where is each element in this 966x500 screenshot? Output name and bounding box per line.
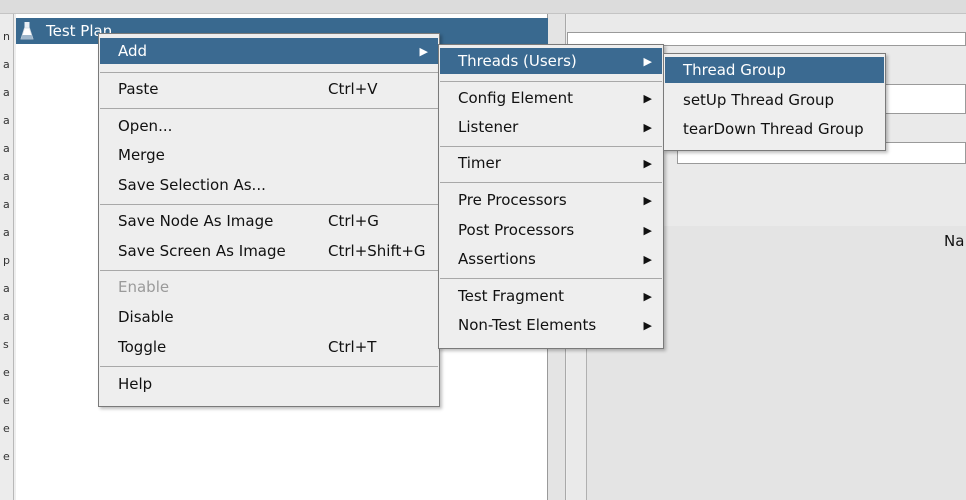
- menu-separator: [440, 278, 662, 279]
- menu-item-save-selection-as[interactable]: Save Selection As...: [100, 172, 438, 198]
- menu-item-test-fragment[interactable]: Test Fragment ▶: [440, 283, 662, 309]
- menu-item-label: Toggle: [118, 338, 167, 356]
- menu-item-label: Thread Group: [683, 61, 786, 79]
- menu-item-assertions[interactable]: Assertions ▶: [440, 246, 662, 272]
- submenu-arrow-icon: ▶: [643, 156, 652, 170]
- submenu-arrow-icon: ▶: [643, 252, 652, 266]
- menu-item-timer[interactable]: Timer ▶: [440, 150, 662, 176]
- threads-submenu: Thread Group setUp Thread Group tearDown…: [663, 53, 886, 151]
- menu-item-thread-group[interactable]: Thread Group: [665, 57, 884, 83]
- add-submenu: Threads (Users) ▶ Config Element ▶ Liste…: [438, 44, 664, 349]
- menu-item-listener[interactable]: Listener ▶: [440, 114, 662, 140]
- menu-item-label: tearDown Thread Group: [683, 120, 864, 138]
- menu-separator: [100, 108, 438, 109]
- menu-separator: [440, 146, 662, 147]
- menu-separator: [440, 182, 662, 183]
- menu-item-pre-processors[interactable]: Pre Processors ▶: [440, 187, 662, 213]
- menu-separator: [100, 72, 438, 73]
- menu-item-help[interactable]: Help: [100, 371, 438, 397]
- left-strip: n a a a a a a a p a a s e e e e: [0, 14, 14, 500]
- menu-item-toggle[interactable]: Toggle Ctrl+T: [100, 334, 438, 360]
- menu-item-label: Disable: [118, 308, 174, 326]
- menu-item-label: Paste: [118, 80, 159, 98]
- context-menu: Add ▶ Paste Ctrl+V Open... Merge Save Se…: [98, 33, 440, 407]
- menu-item-disable[interactable]: Disable: [100, 304, 438, 330]
- left-strip-char: e: [3, 450, 10, 463]
- left-strip-char: a: [3, 86, 10, 99]
- left-strip-char: a: [3, 198, 10, 211]
- menu-item-teardown-thread-group[interactable]: tearDown Thread Group: [665, 116, 884, 142]
- right-panel-partial-label: Na: [944, 232, 965, 250]
- menu-item-save-screen-as-image[interactable]: Save Screen As Image Ctrl+Shift+G: [100, 238, 438, 264]
- menu-item-label: Timer: [458, 154, 501, 172]
- left-strip-char: s: [3, 338, 9, 351]
- menu-item-shortcut: Ctrl+Shift+G: [328, 242, 426, 260]
- menu-item-save-node-as-image[interactable]: Save Node As Image Ctrl+G: [100, 208, 438, 234]
- left-strip-char: e: [3, 394, 10, 407]
- menu-item-label: Save Node As Image: [118, 212, 274, 230]
- menu-item-threads-users[interactable]: Threads (Users) ▶: [440, 48, 662, 74]
- menu-item-label: Save Selection As...: [118, 176, 266, 194]
- menu-item-config-element[interactable]: Config Element ▶: [440, 85, 662, 111]
- submenu-arrow-icon: ▶: [643, 91, 652, 105]
- menu-item-shortcut: Ctrl+G: [328, 212, 379, 230]
- left-strip-char: a: [3, 114, 10, 127]
- menu-item-label: Test Fragment: [458, 287, 564, 305]
- menu-separator: [440, 81, 662, 82]
- left-strip-char: p: [3, 254, 10, 267]
- menu-item-label: Merge: [118, 146, 165, 164]
- toolbar: [0, 0, 966, 14]
- menu-item-add[interactable]: Add ▶: [100, 38, 438, 64]
- menu-item-non-test-elements[interactable]: Non-Test Elements ▶: [440, 312, 662, 338]
- submenu-arrow-icon: ▶: [643, 223, 652, 237]
- menu-item-label: Pre Processors: [458, 191, 567, 209]
- submenu-arrow-icon: ▶: [643, 318, 652, 332]
- left-strip-char: a: [3, 226, 10, 239]
- flask-icon: [20, 21, 34, 45]
- menu-item-label: Open...: [118, 117, 173, 135]
- left-strip-char: e: [3, 422, 10, 435]
- submenu-arrow-icon: ▶: [419, 44, 428, 58]
- menu-item-label: Enable: [118, 278, 170, 296]
- menu-item-paste[interactable]: Paste Ctrl+V: [100, 76, 438, 102]
- left-strip-char: n: [3, 30, 10, 43]
- left-strip-char: e: [3, 366, 10, 379]
- menu-item-open[interactable]: Open...: [100, 113, 438, 139]
- submenu-arrow-icon: ▶: [643, 120, 652, 134]
- submenu-arrow-icon: ▶: [643, 54, 652, 68]
- menu-item-label: setUp Thread Group: [683, 91, 835, 109]
- left-strip-char: a: [3, 58, 10, 71]
- menu-item-label: Non-Test Elements: [458, 316, 597, 334]
- menu-item-label: Save Screen As Image: [118, 242, 286, 260]
- menu-item-label: Post Processors: [458, 221, 575, 239]
- left-strip-char: a: [3, 282, 10, 295]
- menu-item-label: Listener: [458, 118, 519, 136]
- menu-item-label: Assertions: [458, 250, 536, 268]
- menu-item-label: Config Element: [458, 89, 573, 107]
- menu-item-label: Add: [118, 42, 148, 60]
- left-strip-char: a: [3, 170, 10, 183]
- menu-item-setup-thread-group[interactable]: setUp Thread Group: [665, 87, 884, 113]
- menu-item-label: Threads (Users): [458, 52, 577, 70]
- menu-item-label: Help: [118, 375, 153, 393]
- menu-item-post-processors[interactable]: Post Processors ▶: [440, 217, 662, 243]
- menu-separator: [100, 366, 438, 367]
- left-strip-char: a: [3, 142, 10, 155]
- submenu-arrow-icon: ▶: [643, 289, 652, 303]
- submenu-arrow-icon: ▶: [643, 193, 652, 207]
- menu-item-shortcut: Ctrl+V: [328, 80, 378, 98]
- menu-item-shortcut: Ctrl+T: [328, 338, 377, 356]
- menu-separator: [100, 270, 438, 271]
- menu-item-merge[interactable]: Merge: [100, 142, 438, 168]
- left-strip-char: a: [3, 310, 10, 323]
- menu-item-enable: Enable: [100, 274, 438, 300]
- menu-separator: [100, 204, 438, 205]
